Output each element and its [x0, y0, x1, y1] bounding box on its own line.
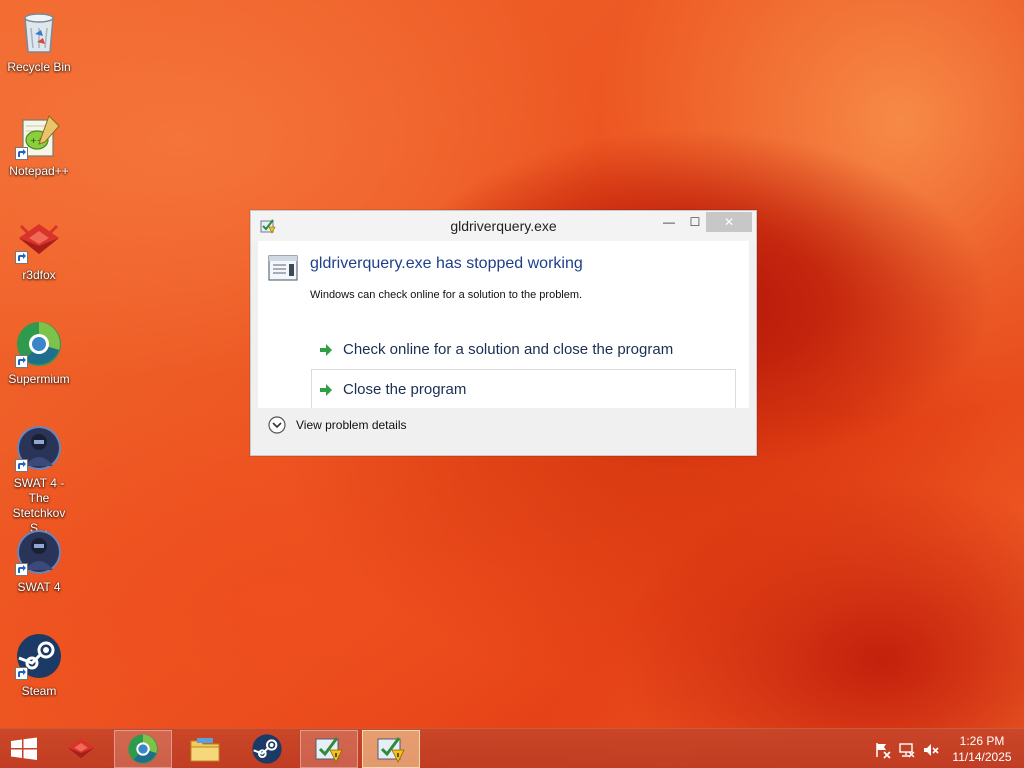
- error-heading: gldriverquery.exe has stopped working: [310, 255, 583, 272]
- taskbar-item-steam[interactable]: [238, 730, 296, 768]
- start-button[interactable]: [0, 729, 48, 768]
- r3dfox-icon: [65, 733, 97, 765]
- network-icon[interactable]: [898, 741, 916, 759]
- taskbar-item-error-report[interactable]: [300, 730, 358, 768]
- clock[interactable]: 1:26 PM 11/14/2025: [944, 733, 1020, 765]
- shortcut-arrow-icon: [15, 147, 28, 160]
- action-center-flag-icon[interactable]: [874, 741, 892, 759]
- taskbar: 1:26 PM 11/14/2025: [0, 728, 1024, 768]
- windows-logo-icon: [11, 737, 37, 760]
- steam-icon: [251, 733, 283, 765]
- desktop-icon-notepad-plus-plus[interactable]: ++ Notepad++: [0, 108, 78, 204]
- swat4-expansion-icon: [15, 424, 63, 472]
- shortcut-arrow-icon: [15, 667, 28, 680]
- maximize-button[interactable]: ☐: [682, 212, 708, 232]
- dialog-titlebar[interactable]: gldriverquery.exe — ☐ ✕: [251, 211, 756, 241]
- desktop-icon-label: Recycle Bin: [7, 60, 71, 74]
- swat4-icon: [15, 528, 63, 576]
- desktop-icon-steam[interactable]: Steam: [0, 628, 78, 724]
- chevron-down-icon: [268, 416, 286, 434]
- error-dialog: gldriverquery.exe — ☐ ✕ gldriverquery.ex…: [250, 210, 757, 456]
- program-window-icon: [268, 255, 298, 281]
- desktop-icon-label: SWAT 4: [17, 580, 61, 594]
- supermium-icon: [15, 320, 63, 368]
- desktop-icon-supermium[interactable]: Supermium: [0, 316, 78, 412]
- green-arrow-icon: [319, 383, 333, 397]
- close-button[interactable]: ✕: [706, 212, 752, 232]
- recycle-bin-icon: [15, 8, 63, 56]
- error-report-icon: [375, 733, 407, 765]
- shortcut-arrow-icon: [15, 251, 28, 264]
- view-problem-details-toggle[interactable]: View problem details: [268, 415, 428, 439]
- file-explorer-icon: [189, 733, 221, 765]
- shortcut-arrow-icon: [15, 355, 28, 368]
- desktop-icon-recycle-bin[interactable]: Recycle Bin: [0, 4, 78, 100]
- taskbar-item-file-explorer[interactable]: [176, 730, 234, 768]
- steam-icon: [15, 632, 63, 680]
- taskbar-item-error-report-active[interactable]: [362, 730, 420, 768]
- close-program-label: Close the program: [343, 381, 467, 398]
- desktop-icon-label: Supermium: [8, 372, 70, 386]
- volume-muted-icon[interactable]: [922, 741, 940, 759]
- dialog-footer: View problem details: [258, 408, 749, 446]
- check-online-label: Check online for a solution and close th…: [343, 341, 674, 358]
- desktop-icon-swat4-expansion[interactable]: SWAT 4 - The Stetchkov S...: [0, 420, 78, 535]
- minimize-button[interactable]: —: [656, 212, 682, 232]
- green-arrow-icon: [319, 343, 333, 357]
- error-report-icon: [313, 733, 345, 765]
- desktop-icon-swat4[interactable]: SWAT 4: [0, 524, 78, 620]
- r3dfox-icon: [15, 216, 63, 264]
- error-description: Windows can check online for a solution …: [310, 289, 583, 301]
- desktop-icon-label: Notepad++: [9, 164, 69, 178]
- supermium-icon: [127, 733, 159, 765]
- dialog-content: gldriverquery.exe has stopped working Wi…: [258, 241, 749, 409]
- desktop: Recycle Bin ++ Notepad++ r3dfox Supermiu…: [0, 0, 1024, 768]
- shortcut-arrow-icon: [15, 459, 28, 472]
- desktop-icon-r3dfox[interactable]: r3dfox: [0, 212, 78, 308]
- clock-time: 1:26 PM: [959, 734, 1005, 748]
- check-online-option[interactable]: Check online for a solution and close th…: [311, 329, 736, 369]
- view-problem-details-label: View problem details: [296, 418, 407, 432]
- clock-date: 11/14/2025: [952, 750, 1012, 764]
- notepad-plus-plus-icon: ++: [15, 112, 63, 160]
- desktop-icon-label: r3dfox: [22, 268, 56, 282]
- taskbar-item-supermium[interactable]: [114, 730, 172, 768]
- desktop-icon-label: Steam: [21, 684, 57, 698]
- close-program-option[interactable]: Close the program: [311, 369, 736, 409]
- shortcut-arrow-icon: [15, 563, 28, 576]
- taskbar-item-r3dfox[interactable]: [52, 730, 110, 768]
